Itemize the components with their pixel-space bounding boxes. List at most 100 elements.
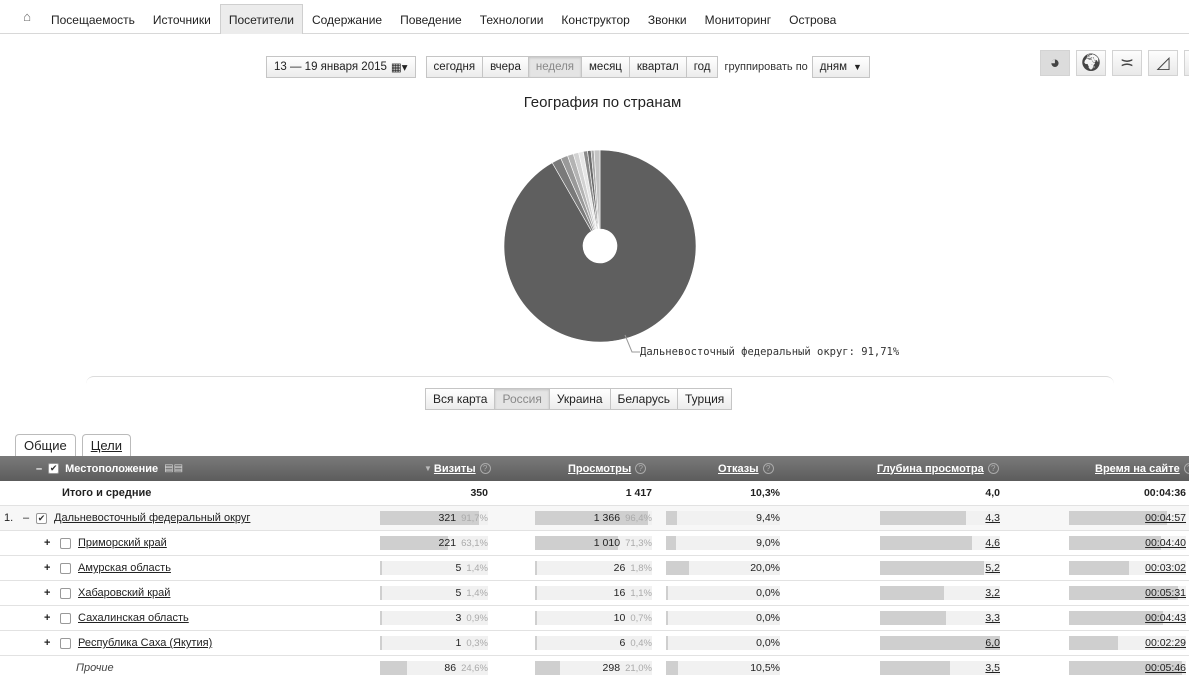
home-icon[interactable]: ⌂ (12, 1, 42, 31)
period-button[interactable]: квартал (629, 56, 687, 78)
area-chart-icon[interactable]: ◿ (1148, 50, 1178, 76)
row-collapse-toggle[interactable]: – (23, 506, 29, 530)
row-index: 1. (4, 512, 14, 524)
row-checkbox[interactable] (60, 631, 71, 655)
period-button[interactable]: год (686, 56, 719, 78)
location-link[interactable]: Сахалинская область (78, 606, 189, 630)
bounces-value: 10,5% (750, 662, 780, 674)
nav-item[interactable]: Острова (780, 4, 845, 34)
table-row: Прочие 86 24,6% 298 21,0% 10,5% 3,5 00:05:46 (0, 656, 1189, 677)
line-chart-icon[interactable]: ≍ (1112, 50, 1142, 76)
map-tab[interactable]: Вся карта (425, 388, 496, 410)
location-link[interactable]: Приморский край (78, 531, 167, 555)
location-link[interactable]: Амурская область (78, 556, 171, 580)
map-tab[interactable]: Турция (678, 388, 733, 410)
row-expand-toggle[interactable]: + (44, 581, 50, 605)
bounces-value: 0,0% (756, 587, 780, 599)
nav-item[interactable]: Конструктор (552, 4, 638, 34)
header-time[interactable]: Время на сайте? (1095, 456, 1189, 481)
report-table: – ✔ Местоположение ▤▤ ▼ Визиты? Просмотр… (0, 456, 1189, 677)
group-by-label: группировать по (724, 61, 808, 73)
header-bounces[interactable]: Отказы? (718, 456, 774, 481)
nav-item[interactable]: Источники (144, 4, 220, 34)
bar-chart-icon[interactable]: ▮ (1184, 50, 1189, 76)
totals-bounces: 10,3% (750, 487, 780, 499)
table-settings-icon[interactable]: ▤▤ (164, 463, 183, 474)
row-checkbox[interactable] (60, 556, 71, 580)
map-tab[interactable]: Беларусь (610, 388, 678, 410)
period-button[interactable]: месяц (582, 56, 630, 78)
collapse-all-toggle[interactable]: – (36, 463, 42, 475)
header-views[interactable]: Просмотры? (568, 456, 647, 481)
row-expand-toggle[interactable]: + (44, 631, 50, 655)
time-value: 00:04:57 (1145, 512, 1186, 524)
date-range-picker[interactable]: 13 — 19 января 2015 ▦▾ (266, 56, 416, 78)
views-value: 10 0,7% (613, 612, 652, 624)
date-range-label: 13 — 19 января 2015 (274, 61, 387, 73)
group-by-select[interactable]: дням ▼ (811, 56, 870, 78)
tab-goals-label: Цели (90, 438, 123, 453)
visits-value: 5 1,4% (455, 562, 489, 574)
row-checkbox[interactable] (60, 581, 71, 605)
period-button[interactable]: вчера (483, 56, 529, 78)
nav-item[interactable]: Звонки (639, 4, 696, 34)
header-views-label[interactable]: Просмотры (568, 463, 631, 475)
visits-value: 5 1,4% (455, 587, 489, 599)
chart-divider (86, 376, 1114, 384)
location-link[interactable]: Республика Саха (Якутия) (78, 631, 212, 655)
pie-chart-icon[interactable]: ◕ (1040, 50, 1070, 76)
table-row: + Республика Саха (Якутия) 1 0,3% 6 0,4% 0,0% 6… (0, 631, 1189, 656)
header-depth[interactable]: Глубина просмотра? (877, 456, 999, 481)
pie-chart (503, 150, 697, 353)
help-icon[interactable]: ? (1183, 463, 1189, 474)
location-link[interactable]: Хабаровский край (78, 581, 170, 605)
row-expand-toggle[interactable]: + (44, 606, 50, 630)
row-checkbox[interactable]: ✔ (36, 506, 47, 530)
period-button[interactable]: неделя (528, 56, 583, 78)
bounces-value: 0,0% (756, 612, 780, 624)
header-bounces-label[interactable]: Отказы (718, 463, 759, 475)
row-expand-toggle[interactable]: + (44, 556, 50, 580)
world-map-icon[interactable]: 🌍︎ (1076, 50, 1106, 76)
visits-value: 221 63,1% (438, 537, 488, 549)
period-buttons: сегодня вчера неделя месяц квартал год (425, 56, 719, 78)
help-icon[interactable]: ? (635, 463, 647, 474)
header-visits[interactable]: ▼ Визиты? (424, 456, 491, 481)
help-icon[interactable]: ? (762, 463, 774, 474)
select-all-checkbox[interactable]: ✔ (48, 463, 60, 474)
depth-value: 3,2 (985, 587, 1000, 599)
depth-value: 6,0 (985, 637, 1000, 649)
bounces-value: 0,0% (756, 637, 780, 649)
depth-value: 5,2 (985, 562, 1000, 574)
chevron-down-icon: ▼ (852, 62, 862, 72)
header-depth-label[interactable]: Глубина просмотра (877, 463, 984, 475)
nav-item[interactable]: Посещаемость (42, 4, 144, 34)
help-icon[interactable]: ? (987, 463, 999, 474)
map-tab[interactable]: Россия (495, 388, 550, 410)
nav-item[interactable]: Мониторинг (696, 4, 781, 34)
help-icon[interactable]: ? (479, 463, 491, 474)
visits-value: 321 91,7% (438, 512, 488, 524)
views-value: 1 010 71,3% (593, 537, 652, 549)
period-button[interactable]: сегодня (425, 56, 484, 78)
row-expand-toggle[interactable]: + (44, 531, 50, 555)
row-checkbox[interactable] (60, 606, 71, 630)
row-checkbox[interactable] (60, 531, 71, 555)
table-row: + Амурская область 5 1,4% 26 1,8% 20,0% 5,2 00:0… (0, 556, 1189, 581)
views-value: 26 1,8% (613, 562, 652, 574)
location-link[interactable]: Дальневосточный федеральный округ (54, 506, 250, 530)
views-value: 16 1,1% (613, 587, 652, 599)
nav-item[interactable]: Поведение (391, 4, 471, 34)
tab-goals[interactable]: Цели (81, 434, 132, 456)
nav-item[interactable]: Содержание (303, 4, 391, 34)
tab-general[interactable]: Общие (15, 434, 76, 456)
nav-item[interactable]: Посетители (219, 4, 303, 34)
map-tab[interactable]: Украина (549, 388, 611, 410)
nav-item[interactable]: Технологии (471, 4, 553, 34)
header-time-label[interactable]: Время на сайте (1095, 463, 1180, 475)
visits-value: 1 0,3% (455, 637, 489, 649)
time-value: 00:04:40 (1145, 537, 1186, 549)
top-nav: ⌂ Посещаемость Источники Посетители Содержа… (0, 0, 1189, 34)
totals-visits: 350 (470, 487, 488, 499)
header-visits-label[interactable]: Визиты (434, 463, 476, 475)
